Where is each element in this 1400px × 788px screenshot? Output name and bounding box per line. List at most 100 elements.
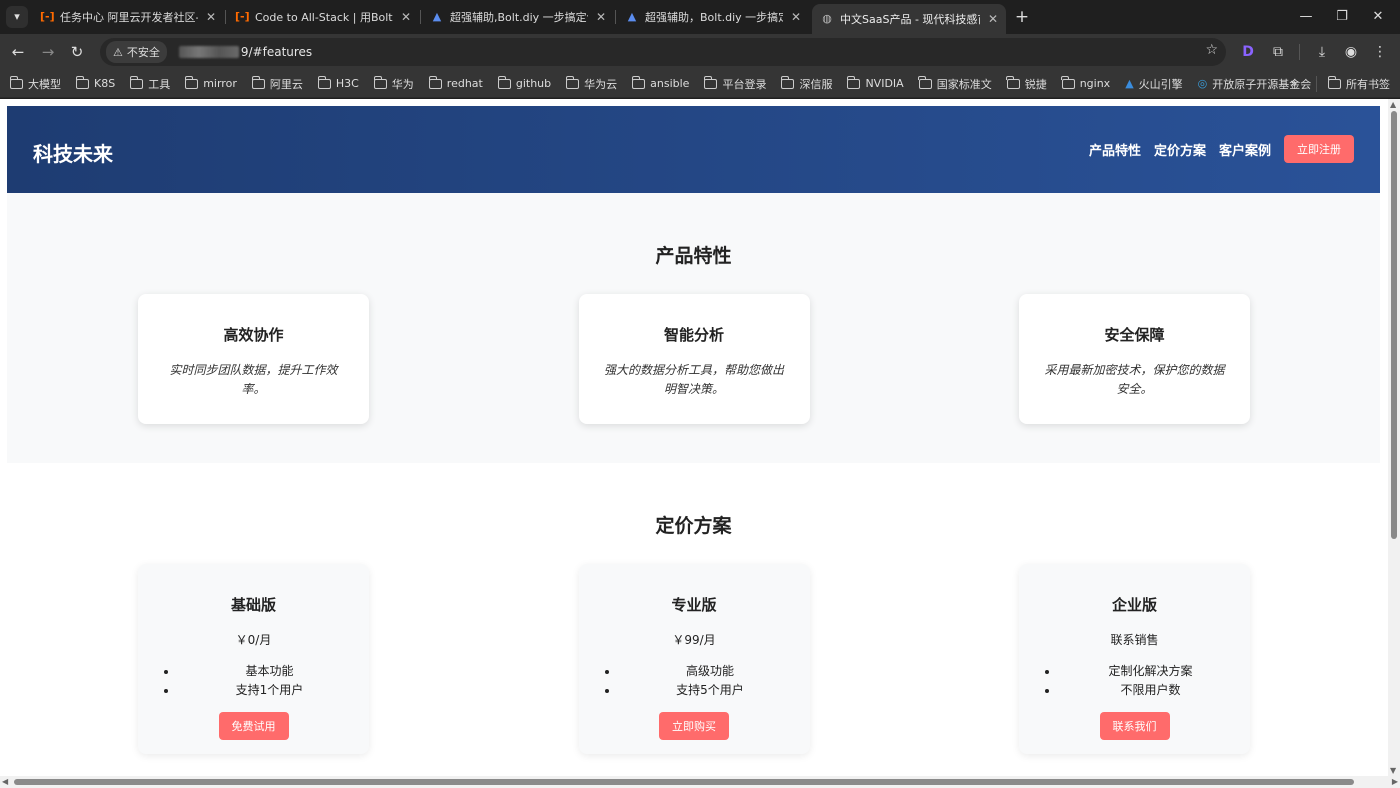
- site-nav: 产品特性 定价方案 客户案例 立即注册: [1076, 135, 1354, 163]
- all-bookmarks-button[interactable]: 所有书签: [1327, 70, 1390, 98]
- feature-desc: 采用最新加密技术，保护您的数据安全。: [1044, 363, 1225, 396]
- bookmark-star-icon[interactable]: ☆: [1205, 42, 1218, 58]
- bookmark-link[interactable]: ▲ 火山引擎: [1125, 76, 1182, 92]
- folder-icon: [75, 75, 89, 89]
- site-logo[interactable]: 科技未来: [33, 138, 113, 167]
- browser-tab[interactable]: ▲ 超强辅助,Bolt.diy 一步搞定创... ✕: [422, 4, 614, 30]
- scroll-thumb[interactable]: [1391, 111, 1397, 539]
- pricing-section: 定价方案 基础版 ￥0/月 基本功能 支持1个用户 免费试用 专业版 ￥99/月…: [7, 463, 1380, 783]
- nav-link-pricing[interactable]: 定价方案: [1154, 140, 1206, 159]
- list-item: 高级功能: [619, 662, 802, 681]
- bookmark-folder[interactable]: redhat: [428, 75, 483, 90]
- folder-icon: [565, 75, 580, 89]
- folder-icon: [781, 75, 795, 89]
- bookmark-folder[interactable]: nginx: [1061, 75, 1110, 90]
- globe-icon: ◍: [822, 12, 832, 25]
- bookmark-folder[interactable]: mirror: [184, 75, 237, 90]
- bookmark-label: 深信服: [799, 77, 833, 91]
- tab-title: 中文SaaS产品 - 现代科技感首页: [840, 13, 980, 26]
- close-tab-icon[interactable]: ✕: [791, 10, 801, 24]
- buy-now-button[interactable]: 立即购买: [659, 712, 729, 740]
- reload-button[interactable]: ↻: [66, 41, 88, 63]
- bookmark-label: 所有书签: [1346, 78, 1390, 91]
- close-tab-icon[interactable]: ✕: [401, 10, 411, 24]
- bookmark-folder[interactable]: H3C: [317, 75, 359, 90]
- more-bookmarks-icon[interactable]: »: [1290, 76, 1297, 90]
- bookmark-folder[interactable]: 华为: [373, 75, 414, 92]
- new-tab-button[interactable]: +: [1011, 6, 1033, 28]
- tab-search-button[interactable]: ▾: [6, 6, 28, 28]
- page-viewport: 科技未来 产品特性 定价方案 客户案例 立即注册 产品特性 高效协作 实时同步团…: [0, 99, 1400, 788]
- back-button[interactable]: ←: [7, 41, 29, 63]
- tab-divider: [225, 10, 226, 24]
- profile-icon[interactable]: ◉: [1341, 42, 1361, 62]
- contact-us-button[interactable]: 联系我们: [1099, 712, 1170, 740]
- nav-link-cases[interactable]: 客户案例: [1219, 140, 1271, 159]
- browser-tab[interactable]: [-] Code to All-Stack | 用Bolt.diy... ✕: [227, 4, 419, 30]
- feature-desc: 实时同步团队数据，提升工作效率。: [169, 363, 338, 396]
- scroll-left-icon[interactable]: ◀: [2, 777, 8, 786]
- scroll-up-icon[interactable]: ▲: [1390, 100, 1396, 109]
- extension-icon[interactable]: D: [1238, 42, 1258, 62]
- signup-button[interactable]: 立即注册: [1284, 135, 1354, 163]
- bookmark-label: 华为云: [584, 77, 618, 91]
- free-trial-button[interactable]: 免费试用: [218, 712, 289, 740]
- bookmark-folder[interactable]: 华为云: [565, 75, 618, 92]
- saas-page: 科技未来 产品特性 定价方案 客户案例 立即注册 产品特性 高效协作 实时同步团…: [7, 106, 1380, 783]
- volcano-engine-icon: ▲: [1125, 77, 1134, 90]
- scroll-thumb[interactable]: [14, 779, 1354, 785]
- download-icon[interactable]: ⤓: [1312, 42, 1332, 62]
- bookmark-folder[interactable]: ansible: [631, 75, 689, 90]
- tab-title: 超强辅助，Bolt.diy 一步搞定创...: [645, 11, 783, 24]
- browser-tab-active[interactable]: ◍ 中文SaaS产品 - 现代科技感首页 ✕: [812, 4, 1006, 34]
- feature-title: 高效协作: [223, 326, 284, 344]
- bookmark-label: K8S: [94, 77, 116, 90]
- puzzle-icon[interactable]: ⧉: [1268, 42, 1288, 62]
- tab-title: Code to All-Stack | 用Bolt.diy...: [255, 11, 393, 24]
- feature-card: 智能分析 强大的数据分析工具，帮助您做出明智决策。: [578, 294, 810, 424]
- bookmark-folder[interactable]: 工具: [129, 75, 170, 92]
- bookmark-folder[interactable]: github: [497, 75, 551, 90]
- bookmark-label: 平台登录: [722, 77, 767, 91]
- bookmark-folder[interactable]: 大模型: [9, 75, 61, 92]
- list-item: 支持5个用户: [619, 681, 802, 700]
- bookmark-folder[interactable]: 深信服: [781, 75, 833, 92]
- folder-icon: [9, 75, 23, 89]
- scroll-right-icon[interactable]: ▶: [1392, 777, 1398, 786]
- close-window-icon[interactable]: ✕: [1356, 4, 1400, 30]
- folder-icon: [704, 75, 718, 89]
- close-tab-icon[interactable]: ✕: [596, 10, 606, 24]
- close-tab-icon[interactable]: ✕: [988, 12, 998, 26]
- tab-divider: [615, 10, 616, 24]
- nav-link-features[interactable]: 产品特性: [1089, 140, 1141, 159]
- bookmark-folder[interactable]: 国家标准文: [918, 75, 992, 92]
- bookmark-label: mirror: [203, 77, 237, 90]
- vertical-scrollbar[interactable]: ▲ ▼: [1388, 99, 1400, 776]
- bookmark-folder[interactable]: 锐捷: [1006, 75, 1047, 92]
- menu-icon[interactable]: ⋮: [1370, 42, 1390, 62]
- forward-button[interactable]: →: [37, 41, 59, 63]
- tab-strip: ▾ [-] 任务中心 阿里云开发者社区-云... ✕ [-] Code to A…: [0, 0, 1400, 34]
- browser-toolbar: ← → ↻ ⚠ 不安全 9/#features ☆ D ⧉ ⤓ ◉ ⋮: [0, 34, 1400, 70]
- plan-name: 专业版: [671, 596, 717, 614]
- address-bar[interactable]: ⚠ 不安全 9/#features ☆: [100, 38, 1226, 66]
- feature-cards: 高效协作 实时同步团队数据，提升工作效率。 智能分析 强大的数据分析工具，帮助您…: [138, 294, 1250, 424]
- browser-tab[interactable]: [-] 任务中心 阿里云开发者社区-云... ✕: [32, 4, 224, 30]
- aliyun-icon: [-]: [235, 10, 250, 23]
- close-tab-icon[interactable]: ✕: [206, 10, 216, 24]
- bookmark-folder[interactable]: K8S: [75, 75, 116, 90]
- feature-desc: 强大的数据分析工具，帮助您做出明智决策。: [603, 363, 784, 396]
- bookmark-label: redhat: [446, 77, 483, 90]
- horizontal-scrollbar[interactable]: ◀ ▶: [0, 776, 1400, 788]
- browser-tab[interactable]: ▲ 超强辅助，Bolt.diy 一步搞定创... ✕: [617, 4, 809, 30]
- folder-icon: [317, 75, 331, 89]
- bookmark-folder[interactable]: 平台登录: [704, 75, 767, 92]
- bookmark-folder[interactable]: 阿里云: [251, 75, 303, 92]
- security-chip[interactable]: ⚠ 不安全: [106, 41, 167, 63]
- bookmark-folder[interactable]: NVIDIA: [847, 75, 904, 90]
- tab-divider: [420, 10, 421, 24]
- folder-icon: [1327, 76, 1341, 89]
- scroll-down-icon[interactable]: ▼: [1390, 766, 1396, 775]
- list-item: 基本功能: [178, 662, 361, 681]
- plan-card: 企业版 联系销售 定制化解决方案 不限用户数 联系我们: [1019, 564, 1250, 754]
